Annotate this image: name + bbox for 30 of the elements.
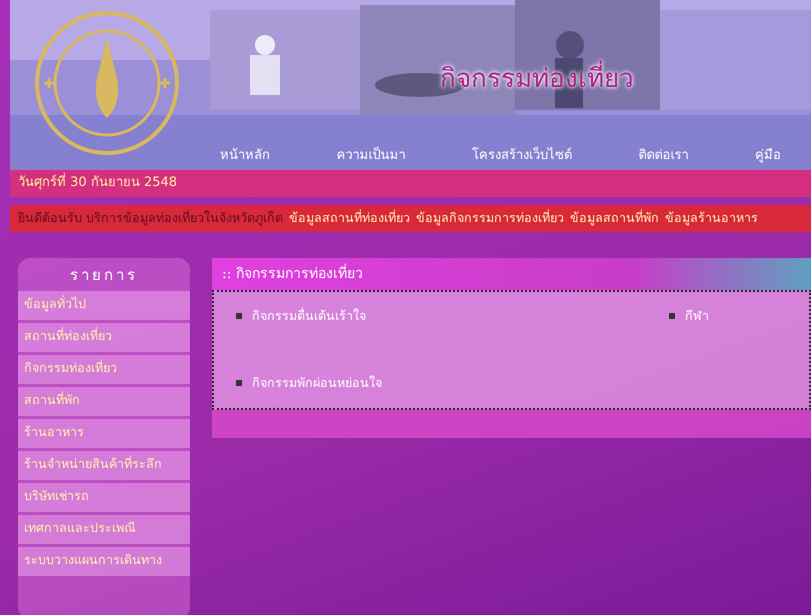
nav-link[interactable]: โครงสร้างเว็บไซต์ <box>472 146 572 166</box>
logo-icon <box>32 8 182 158</box>
sidebar-item[interactable]: สถานที่ท่องเที่ยว <box>18 322 190 352</box>
sidebar-item[interactable]: ร้านจำหน่ายสินค้าที่ระลึก <box>18 450 190 480</box>
ticker-link[interactable]: ข้อมูลร้านอาหาร <box>664 209 758 228</box>
date-text: วันศุกร์ที่ 30 กันยายน 2548 <box>18 175 178 190</box>
activity-link[interactable]: กีฬา <box>669 306 709 326</box>
ticker-link[interactable]: ข้อมูลสถานที่พัก <box>570 209 659 228</box>
nav-link[interactable]: ความเป็นมา <box>336 146 406 166</box>
nav-link[interactable]: ติดต่อเรา <box>638 146 688 166</box>
activity-link[interactable]: กิจกรรมตื่นเต้นเร้าใจ <box>236 306 366 326</box>
activity-link[interactable]: กิจกรรมพักผ่อนหย่อนใจ <box>236 374 382 392</box>
ticker-link[interactable]: ข้อมูลสถานที่ท่องเที่ยว <box>288 209 410 228</box>
sidebar-item[interactable]: กิจกรรมท่องเที่ยว <box>18 354 190 384</box>
nav-link[interactable]: หน้าหลัก <box>220 146 270 166</box>
sidebar-item[interactable]: ระบบวางแผนการเดินทาง <box>18 546 190 576</box>
sidebar-item[interactable]: เทศกาลและประเพณี <box>18 514 190 544</box>
sidebar-title: รายการ <box>69 265 139 286</box>
welcome-text: ยินดีต้อนรับ บริการข้อมูลท่องเที่ยวในจังหวัดภูเก็ต <box>18 209 283 228</box>
sidebar-item[interactable]: ร้านอาหาร <box>18 418 190 448</box>
bullet-icon <box>236 313 242 319</box>
page-title: กิจกรรมท่องเที่ยว <box>440 60 634 99</box>
bullet-icon <box>669 313 675 319</box>
section-title: :: กิจกรรมการท่องเที่ยว <box>222 264 363 284</box>
sidebar-item[interactable]: บริษัทเช่ารถ <box>18 482 190 512</box>
bullet-icon <box>236 380 242 386</box>
sidebar-item[interactable]: สถานที่พัก <box>18 386 190 416</box>
ticker-link[interactable]: ข้อมูลกิจกรรมการท่องเที่ยว <box>416 209 564 228</box>
sidebar-item[interactable]: ข้อมูลทั่วไป <box>18 290 190 320</box>
nav-link[interactable]: คู่มือ <box>755 146 781 166</box>
